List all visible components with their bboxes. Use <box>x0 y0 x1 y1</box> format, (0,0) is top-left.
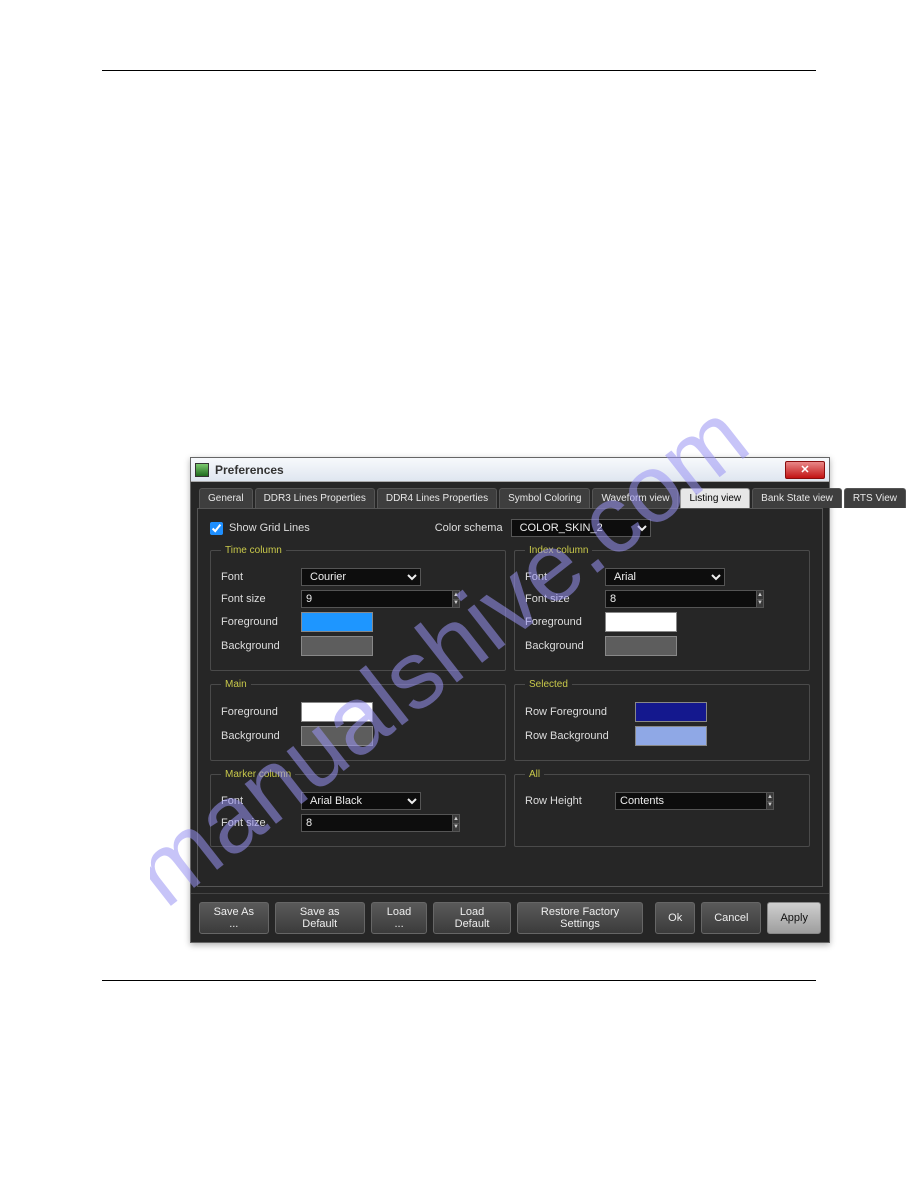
selected-row-fg-color[interactable] <box>635 702 707 722</box>
group-all: All Row Height ▲▼ <box>514 769 810 847</box>
chevron-up-icon: ▲ <box>767 793 773 802</box>
index-column-legend: Index column <box>525 545 592 556</box>
index-font-select[interactable]: Arial <box>605 568 725 586</box>
marker-fontsize-spinner[interactable]: ▲▼ <box>452 814 460 832</box>
group-main: Main Foreground Background <box>210 679 506 761</box>
main-bg-color[interactable] <box>301 726 373 746</box>
tab-bank-state-view[interactable]: Bank State view <box>752 488 842 508</box>
index-fontsize-input[interactable] <box>605 590 756 608</box>
time-fontsize-spinner[interactable]: ▲▼ <box>452 590 460 608</box>
close-icon: ✕ <box>800 463 809 476</box>
preferences-dialog: Preferences ✕ General DDR3 Lines Propert… <box>190 457 830 943</box>
load-button[interactable]: Load ... <box>371 902 427 934</box>
cancel-button[interactable]: Cancel <box>701 902 761 934</box>
marker-fontsize-label: Font size <box>221 817 301 829</box>
group-time-column: Time column Font Courier Font size ▲▼ <box>210 545 506 671</box>
selected-row-bg-color[interactable] <box>635 726 707 746</box>
tab-general[interactable]: General <box>199 488 253 508</box>
chevron-down-icon: ▼ <box>767 802 773 810</box>
time-fontsize-label: Font size <box>221 593 301 605</box>
marker-font-label: Font <box>221 795 301 807</box>
index-fontsize-spinner[interactable]: ▲▼ <box>756 590 764 608</box>
tab-ddr3-lines[interactable]: DDR3 Lines Properties <box>255 488 375 508</box>
group-marker-column: Marker column Font Arial Black Font size… <box>210 769 506 847</box>
chevron-down-icon: ▼ <box>453 600 459 608</box>
apply-button[interactable]: Apply <box>767 902 821 934</box>
ok-button[interactable]: Ok <box>655 902 695 934</box>
index-font-label: Font <box>525 571 605 583</box>
index-fg-color[interactable] <box>605 612 677 632</box>
time-fontsize-input[interactable] <box>301 590 452 608</box>
chevron-up-icon: ▲ <box>453 815 459 824</box>
marker-fontsize-input[interactable] <box>301 814 452 832</box>
chevron-down-icon: ▼ <box>757 600 763 608</box>
index-fontsize-label: Font size <box>525 593 605 605</box>
row-height-spinner[interactable]: ▲▼ <box>766 792 774 810</box>
color-schema-select[interactable]: COLOR_SKIN_2 <box>511 519 651 537</box>
index-fg-label: Foreground <box>525 616 605 628</box>
selected-legend: Selected <box>525 679 572 690</box>
time-bg-label: Background <box>221 640 301 652</box>
main-legend: Main <box>221 679 251 690</box>
index-bg-label: Background <box>525 640 605 652</box>
index-bg-color[interactable] <box>605 636 677 656</box>
row-height-input[interactable] <box>615 792 766 810</box>
titlebar: Preferences ✕ <box>191 458 829 482</box>
selected-row-fg-label: Row Foreground <box>525 706 635 718</box>
window-title: Preferences <box>215 463 785 477</box>
tab-listing-view[interactable]: Listing view <box>680 488 750 508</box>
selected-row-bg-label: Row Background <box>525 730 635 742</box>
save-as-button[interactable]: Save As ... <box>199 902 269 934</box>
time-fg-color[interactable] <box>301 612 373 632</box>
load-default-button[interactable]: Load Default <box>433 902 511 934</box>
group-selected: Selected Row Foreground Row Background <box>514 679 810 761</box>
main-bg-label: Background <box>221 730 301 742</box>
main-fg-label: Foreground <box>221 706 301 718</box>
marker-font-select[interactable]: Arial Black <box>301 792 421 810</box>
tab-waveform-view[interactable]: Waveform view <box>592 488 678 508</box>
marker-legend: Marker column <box>221 769 295 780</box>
show-grid-lines-checkbox[interactable]: Show Grid Lines <box>210 522 310 535</box>
tab-ddr4-lines[interactable]: DDR4 Lines Properties <box>377 488 497 508</box>
show-grid-lines-label: Show Grid Lines <box>229 522 310 534</box>
group-index-column: Index column Font Arial Font size ▲▼ <box>514 545 810 671</box>
row-height-label: Row Height <box>525 795 615 807</box>
save-default-button[interactable]: Save as Default <box>275 902 365 934</box>
all-legend: All <box>525 769 544 780</box>
tab-content: Show Grid Lines Color schema COLOR_SKIN_… <box>197 508 823 887</box>
time-font-select[interactable]: Courier <box>301 568 421 586</box>
tab-rts-view[interactable]: RTS View <box>844 488 906 508</box>
chevron-down-icon: ▼ <box>453 824 459 832</box>
time-fg-label: Foreground <box>221 616 301 628</box>
main-fg-color[interactable] <box>301 702 373 722</box>
restore-button[interactable]: Restore Factory Settings <box>517 902 643 934</box>
time-column-legend: Time column <box>221 545 286 556</box>
button-bar: Save As ... Save as Default Load ... Loa… <box>191 893 829 942</box>
app-icon <box>195 463 209 477</box>
tab-strip: General DDR3 Lines Properties DDR4 Lines… <box>197 488 823 508</box>
chevron-up-icon: ▲ <box>453 591 459 600</box>
tab-symbol-coloring[interactable]: Symbol Coloring <box>499 488 590 508</box>
close-button[interactable]: ✕ <box>785 461 825 479</box>
color-schema-label: Color schema <box>435 522 503 534</box>
time-bg-color[interactable] <box>301 636 373 656</box>
chevron-up-icon: ▲ <box>757 591 763 600</box>
time-font-label: Font <box>221 571 301 583</box>
